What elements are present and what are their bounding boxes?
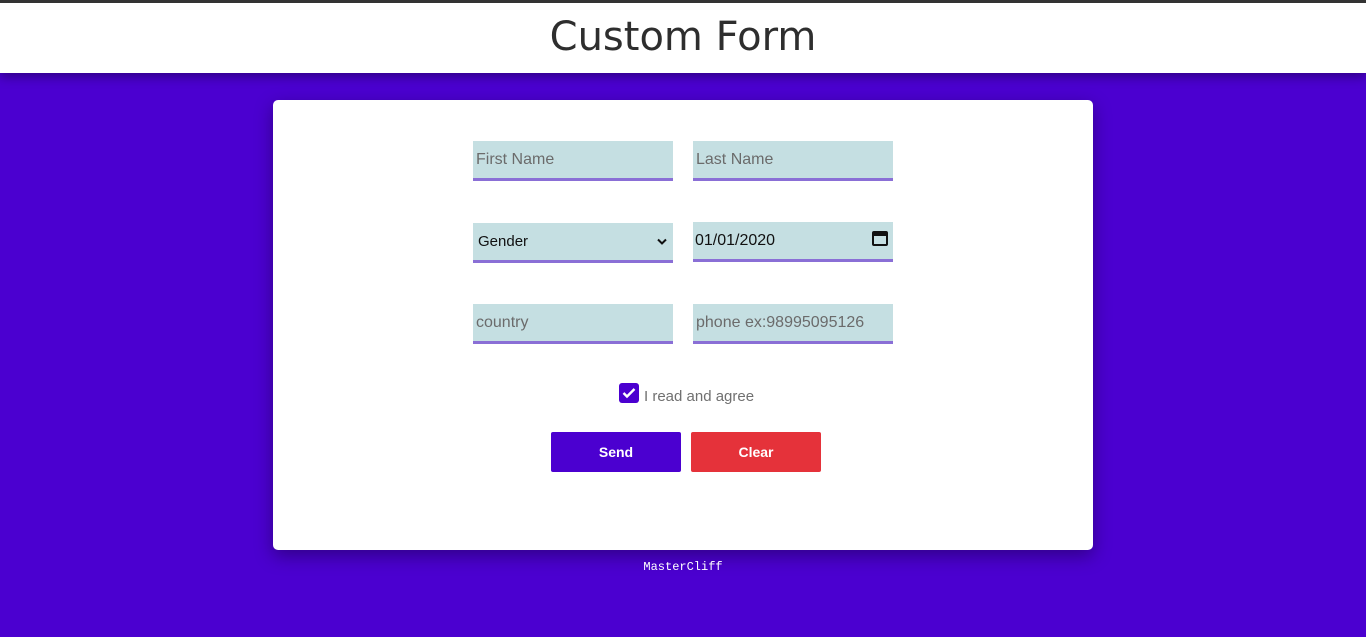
gender-select-value: Gender <box>478 233 529 250</box>
agree-row: I read and agree <box>619 382 755 405</box>
footer-credit: MasterCliff <box>643 560 723 574</box>
header-bar: Custom Form <box>0 0 1366 73</box>
birthdate-input[interactable]: 01/01/2020 <box>693 222 893 262</box>
phone-input[interactable] <box>693 304 893 344</box>
agree-checkbox[interactable] <box>619 382 639 403</box>
page-title: Custom Form <box>549 14 817 60</box>
agree-label: I read and agree <box>644 388 755 405</box>
clear-button[interactable]: Clear <box>691 432 821 472</box>
calendar-icon[interactable] <box>871 229 889 252</box>
gender-select[interactable]: Gender <box>473 223 673 263</box>
first-name-input[interactable] <box>473 141 673 181</box>
country-input[interactable] <box>473 304 673 344</box>
form-card: Gender 01/01/2020 I read and agree Send … <box>273 100 1093 550</box>
checkmark-icon <box>622 387 636 398</box>
birthdate-value: 01/01/2020 <box>695 231 776 249</box>
last-name-input[interactable] <box>693 141 893 181</box>
send-button[interactable]: Send <box>551 432 681 472</box>
chevron-down-icon <box>657 233 667 250</box>
